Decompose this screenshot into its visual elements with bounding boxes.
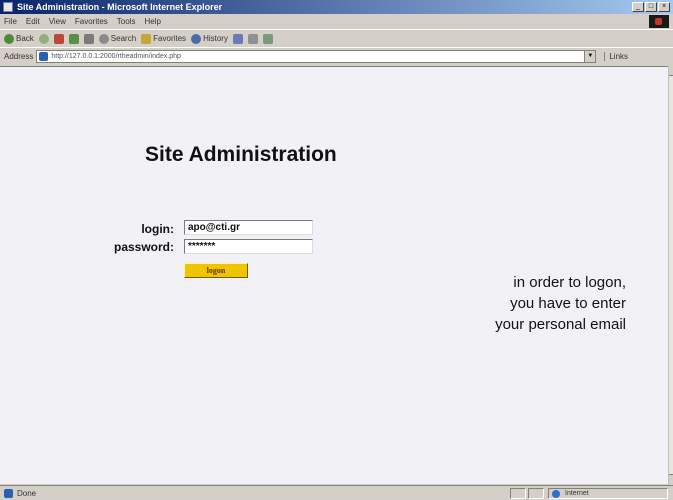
print-icon — [247, 33, 258, 44]
chevron-down-icon[interactable]: ▼ — [584, 51, 596, 62]
vertical-scrollbar[interactable] — [668, 66, 673, 484]
forward-button[interactable] — [38, 33, 49, 44]
zone-label: Internet — [565, 490, 589, 497]
window-title: Site Administration - Microsoft Internet… — [17, 2, 223, 12]
note-line: you have to enter — [510, 295, 626, 312]
search-icon — [98, 33, 109, 44]
menu-help[interactable]: Help — [144, 17, 160, 26]
stop-button[interactable] — [53, 33, 64, 44]
standard-toolbar: Back Search Favorites History — [0, 29, 673, 47]
links-button[interactable]: Links — [604, 52, 628, 61]
refresh-button[interactable] — [68, 33, 79, 44]
scroll-up-arrow[interactable] — [669, 66, 673, 76]
page-title: Site Administration — [145, 143, 337, 166]
maximize-button[interactable]: □ — [645, 2, 657, 12]
windows-logo-icon — [649, 15, 669, 28]
edit-icon — [262, 33, 273, 44]
favorites-icon — [141, 33, 152, 44]
page-icon — [39, 52, 49, 61]
refresh-icon — [68, 33, 79, 44]
menu-view[interactable]: View — [49, 17, 66, 26]
favorites-button[interactable]: Favorites — [141, 33, 187, 44]
menu-favorites[interactable]: Favorites — [75, 17, 108, 26]
minimize-button[interactable]: _ — [632, 2, 644, 12]
edit-button[interactable] — [262, 33, 273, 44]
status-text: Done — [17, 488, 37, 498]
window-controls: _ □ × — [632, 2, 670, 12]
print-button[interactable] — [247, 33, 258, 44]
mail-icon — [232, 33, 243, 44]
favorites-label: Favorites — [153, 34, 187, 43]
home-button[interactable] — [83, 33, 94, 44]
address-input[interactable]: http://127.0.0.1:2000/rtheadmin/index.ph… — [36, 50, 597, 63]
logon-instructions: in order to logon, you have to enter you… — [495, 272, 626, 335]
status-panel — [510, 488, 526, 499]
ie-icon — [3, 2, 13, 12]
logon-button[interactable]: logon — [184, 263, 248, 278]
status-bar: Done Internet — [0, 485, 673, 500]
security-zone: Internet — [548, 488, 668, 499]
address-url: http://127.0.0.1:2000/rtheadmin/index.ph… — [51, 53, 181, 60]
back-label: Back — [16, 34, 34, 43]
menu-edit[interactable]: Edit — [26, 17, 40, 26]
search-label: Search — [110, 34, 137, 43]
note-line: in order to logon, — [513, 274, 626, 291]
home-icon — [83, 33, 94, 44]
forward-arrow-icon — [38, 33, 49, 44]
search-button[interactable]: Search — [98, 33, 137, 44]
password-label: password: — [113, 240, 174, 254]
address-label: Address — [4, 52, 34, 61]
address-bar: Address http://127.0.0.1:2000/rtheadmin/… — [0, 47, 673, 65]
title-bar: Site Administration - Microsoft Internet… — [0, 0, 673, 14]
close-button[interactable]: × — [658, 2, 670, 12]
login-label: login: — [141, 222, 174, 236]
menu-bar: File Edit View Favorites Tools Help — [0, 14, 673, 29]
history-icon — [191, 33, 202, 44]
scroll-down-arrow[interactable] — [669, 474, 673, 484]
mail-button[interactable] — [232, 33, 243, 44]
browser-window: Site Administration - Microsoft Internet… — [0, 0, 673, 500]
status-panel — [528, 488, 544, 499]
back-button[interactable]: Back — [4, 33, 34, 44]
password-input[interactable] — [184, 239, 313, 254]
history-label: History — [203, 34, 228, 43]
page-content: Site Administration login: password: log… — [0, 66, 668, 484]
back-arrow-icon — [4, 33, 14, 44]
login-input[interactable] — [184, 220, 313, 235]
globe-icon — [552, 489, 560, 498]
note-line: your personal email — [495, 316, 626, 333]
history-button[interactable]: History — [191, 33, 228, 44]
stop-icon — [53, 33, 64, 44]
done-icon — [4, 488, 13, 498]
menu-file[interactable]: File — [4, 17, 17, 26]
menu-tools[interactable]: Tools — [117, 17, 136, 26]
